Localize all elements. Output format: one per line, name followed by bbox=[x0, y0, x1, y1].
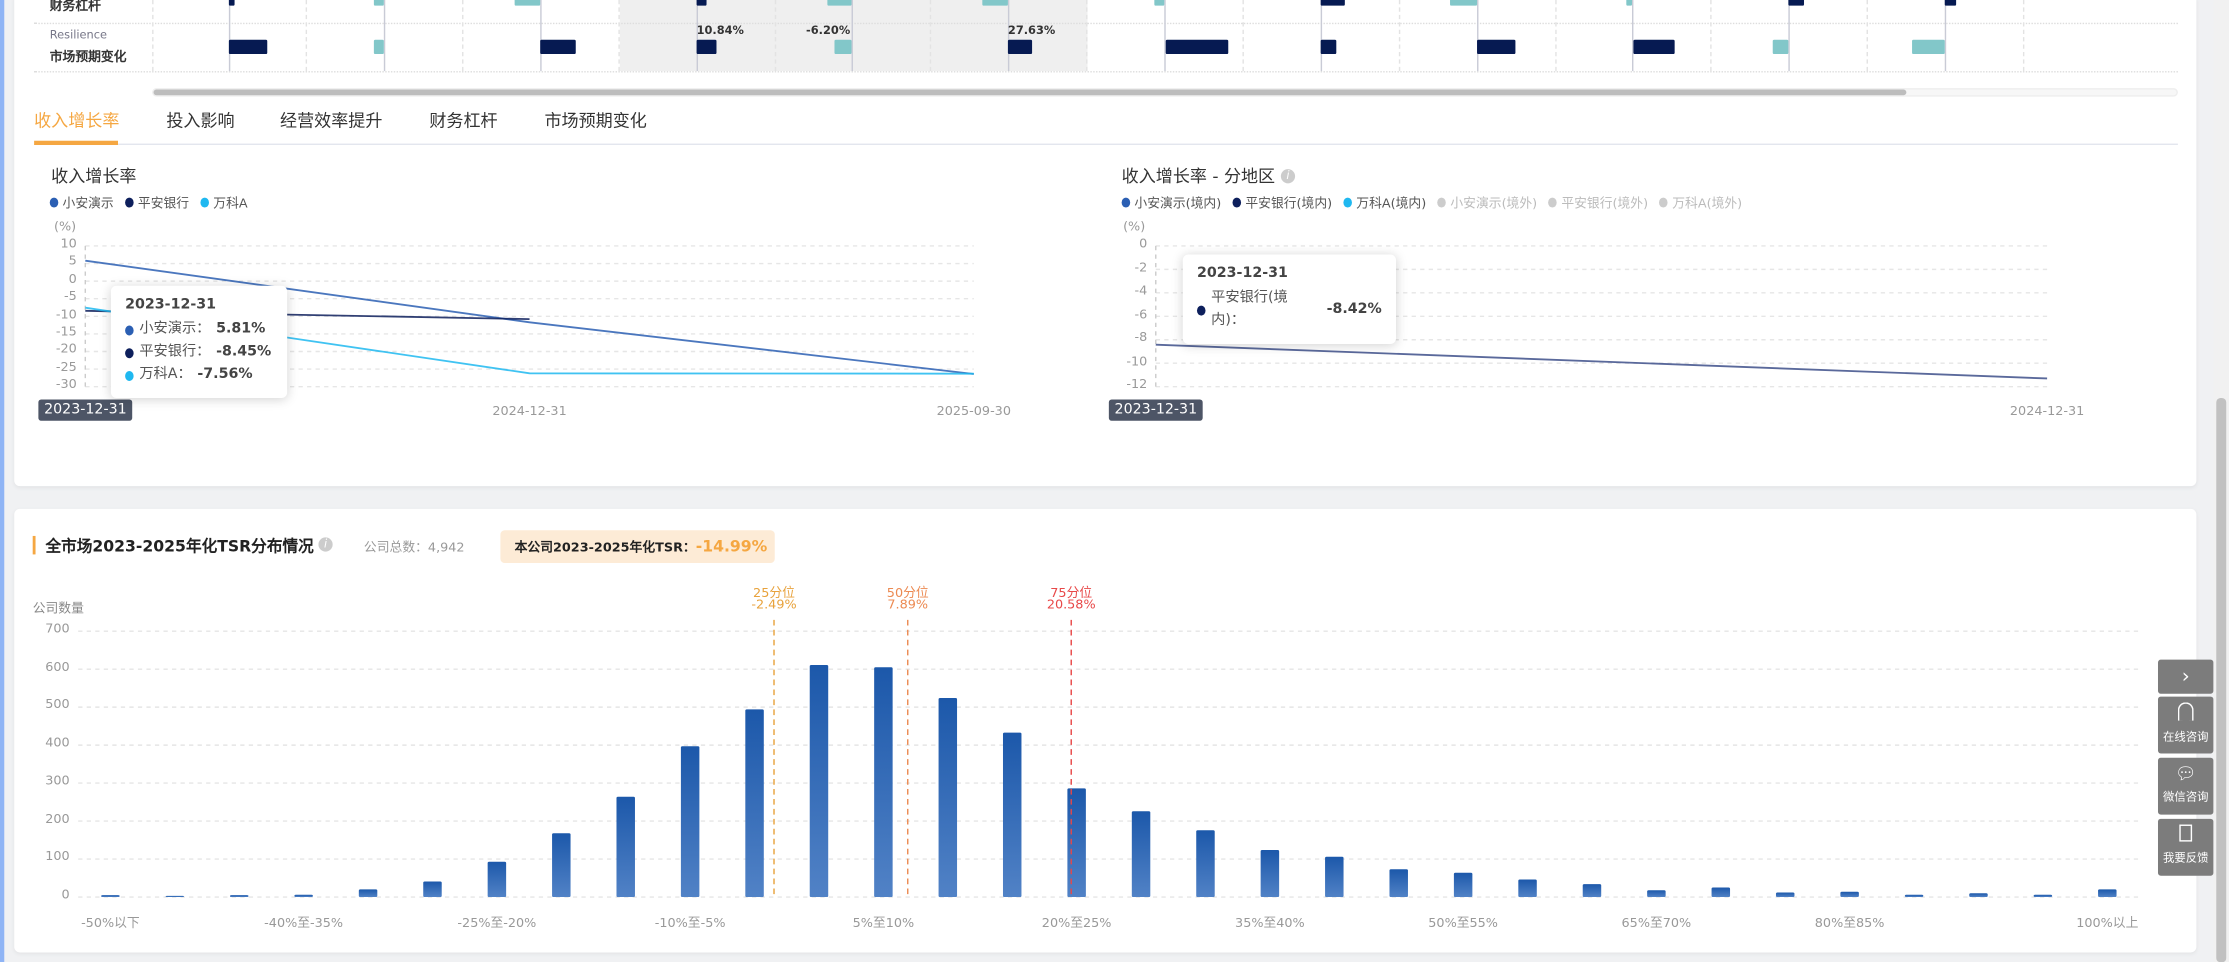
histogram-bar[interactable] bbox=[552, 833, 571, 898]
x-tick-label: 5%至10% bbox=[852, 916, 915, 932]
histogram-svg bbox=[78, 619, 2140, 898]
x-tick-label: 80%至85% bbox=[1814, 916, 1885, 932]
histogram-bar[interactable] bbox=[294, 894, 313, 898]
chevron-right-icon: › bbox=[2181, 665, 2190, 689]
x-tick-label: -10%至-5% bbox=[654, 916, 726, 932]
histogram-bar[interactable] bbox=[874, 667, 893, 898]
y-tick-label: 700 bbox=[45, 622, 70, 637]
x-tick-label: -40%至-35% bbox=[264, 916, 344, 932]
float-label: 在线咨询 bbox=[2162, 730, 2209, 744]
histogram-bar[interactable] bbox=[1711, 887, 1731, 898]
x-tick-label: -50%以下 bbox=[81, 916, 140, 932]
histogram-bar[interactable] bbox=[745, 709, 764, 898]
wechat-icon: 💬︎ bbox=[2174, 763, 2197, 784]
x-tick-label: 35%至40% bbox=[1235, 916, 1305, 932]
histogram-bar[interactable] bbox=[1325, 856, 1344, 898]
collapse-float-button[interactable]: › bbox=[2157, 659, 2214, 694]
histogram-bar[interactable] bbox=[2098, 889, 2117, 898]
histogram-bar[interactable] bbox=[487, 861, 507, 898]
histogram-bar[interactable] bbox=[1647, 890, 1666, 898]
y-tick-label: 100 bbox=[45, 850, 70, 865]
histogram-bar[interactable] bbox=[1453, 872, 1473, 898]
histogram-bar[interactable] bbox=[1904, 894, 1924, 898]
histogram-bar[interactable] bbox=[1969, 893, 1988, 898]
histogram-bar[interactable] bbox=[1775, 892, 1795, 898]
histogram-bar[interactable] bbox=[1002, 732, 1022, 898]
histogram-bar[interactable] bbox=[358, 889, 378, 898]
page: 财务杠杆 Resilience 市场预期变化 10.84% -6.20% 27.… bbox=[0, 0, 2229, 962]
online-consult-button[interactable]: 在线咨询 bbox=[2157, 696, 2214, 754]
histogram-bar[interactable] bbox=[101, 895, 120, 898]
y-tick-label: 400 bbox=[45, 736, 70, 751]
histogram-bar[interactable] bbox=[1518, 879, 1537, 898]
histogram-bar[interactable] bbox=[616, 796, 635, 898]
y-tick-label: 300 bbox=[45, 774, 70, 789]
wechat-consult-button[interactable]: 💬︎ 微信咨询 bbox=[2157, 757, 2214, 815]
feedback-button[interactable]: 我要反馈 bbox=[2157, 818, 2214, 876]
x-tick-label: 100%以上 bbox=[2076, 916, 2139, 932]
histogram-bar[interactable] bbox=[1582, 884, 1602, 898]
percentile-value: -2.49% bbox=[751, 598, 797, 613]
feedback-icon bbox=[2179, 824, 2193, 842]
histogram-bar[interactable] bbox=[809, 664, 829, 898]
histogram-bar[interactable] bbox=[165, 895, 185, 898]
y-tick-label: 500 bbox=[45, 698, 70, 713]
page-scrollbar-thumb[interactable] bbox=[2216, 398, 2227, 962]
histogram-bar[interactable] bbox=[2033, 894, 2053, 898]
headset-icon bbox=[2177, 702, 2194, 721]
histogram-bar[interactable] bbox=[938, 698, 958, 898]
histogram-bar[interactable] bbox=[1067, 788, 1086, 898]
percentile-value: 20.58% bbox=[1046, 598, 1096, 613]
y-tick-label: 0 bbox=[61, 888, 70, 903]
page-scrollbar[interactable] bbox=[2213, 0, 2229, 962]
float-label: 我要反馈 bbox=[2162, 851, 2209, 865]
histogram-bar[interactable] bbox=[1840, 891, 1859, 898]
x-tick-label: 20%至25% bbox=[1041, 916, 1112, 932]
float-label: 微信咨询 bbox=[2162, 790, 2209, 804]
y-tick-label: 200 bbox=[45, 812, 70, 827]
histogram-bar[interactable] bbox=[680, 746, 700, 898]
histogram-bar[interactable] bbox=[229, 895, 249, 898]
histogram-bar[interactable] bbox=[423, 881, 442, 898]
x-tick-label: 65%至70% bbox=[1621, 916, 1692, 932]
histogram-bar[interactable] bbox=[1196, 830, 1215, 898]
histogram-bar[interactable] bbox=[1260, 849, 1280, 898]
histogram-bar[interactable] bbox=[1131, 811, 1151, 898]
histogram-bar[interactable] bbox=[1389, 869, 1408, 898]
x-tick-label: -25%至-20% bbox=[457, 916, 537, 932]
x-tick-label: 50%至55% bbox=[1428, 916, 1498, 932]
y-tick-label: 600 bbox=[45, 660, 70, 675]
percentile-value: 7.89% bbox=[887, 598, 929, 613]
